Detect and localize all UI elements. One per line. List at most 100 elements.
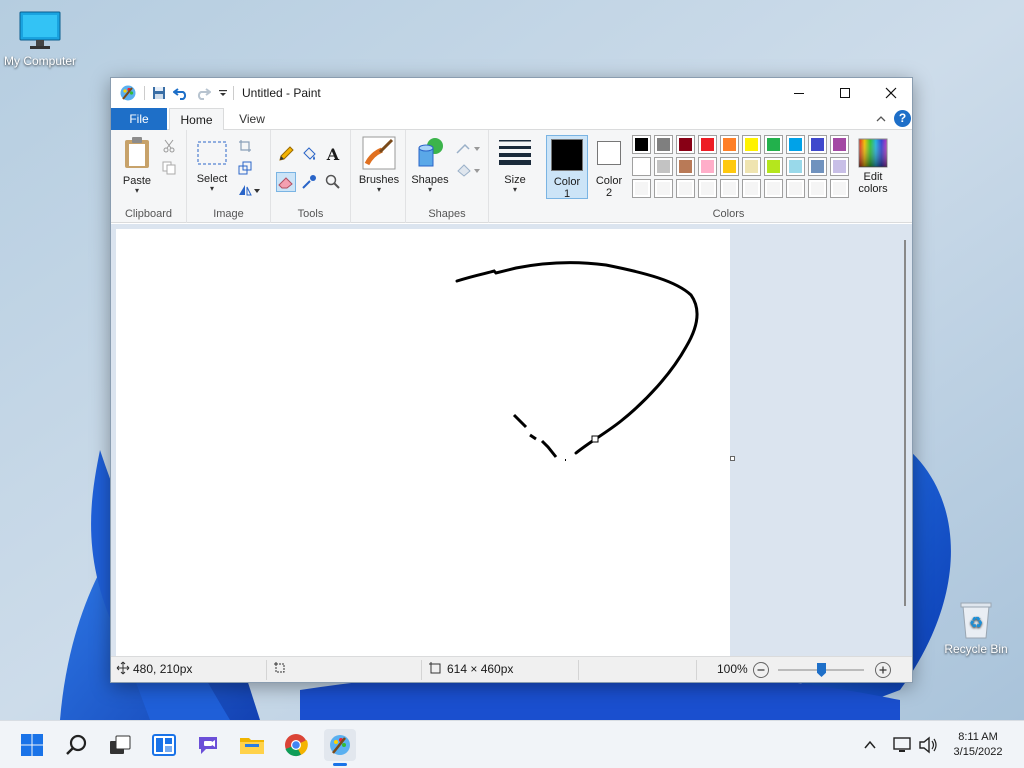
save-icon[interactable] [149,83,169,103]
zoom-slider-thumb[interactable] [817,663,826,677]
resize-icon[interactable] [235,158,255,178]
palette-color-swatch[interactable] [720,179,739,198]
color-picker-icon[interactable] [299,172,319,192]
volume-button[interactable] [916,729,940,761]
teams-chat-button[interactable] [192,729,224,761]
search-button[interactable] [60,729,92,761]
palette-color-fill [767,138,780,151]
zoom-in-button[interactable] [875,662,891,678]
palette-color-swatch[interactable] [764,179,783,198]
help-icon[interactable]: ? [894,110,911,127]
palette-color-fill [789,138,802,151]
palette-color-swatch[interactable] [742,157,761,176]
vertical-scrollbar[interactable] [904,240,906,606]
palette-color-swatch[interactable] [764,157,783,176]
palette-color-swatch[interactable] [698,135,717,154]
eraser-icon[interactable] [276,172,296,192]
palette-color-fill [767,160,780,173]
palette-color-fill [811,138,824,151]
task-view-icon [110,735,131,754]
widgets-button[interactable] [148,729,180,761]
file-explorer-button[interactable] [236,729,268,761]
palette-color-swatch[interactable] [720,157,739,176]
copy-icon[interactable] [159,158,179,178]
minimize-ribbon-icon[interactable] [874,112,888,126]
palette-color-swatch[interactable] [742,135,761,154]
clock[interactable]: 8:11 AM 3/15/2022 [950,730,1006,760]
palette-color-swatch[interactable] [632,135,651,154]
palette-color-swatch[interactable] [632,179,651,198]
palette-color-fill [745,182,758,195]
palette-color-swatch[interactable] [676,179,695,198]
magnifier-icon[interactable] [323,172,343,192]
palette-color-fill [811,182,824,195]
pencil-icon[interactable] [276,144,296,164]
paint-taskbar-button[interactable] [324,729,356,761]
desktop-icon-my-computer[interactable]: My Computer [0,10,80,68]
palette-color-swatch[interactable] [698,179,717,198]
palette-color-swatch[interactable] [698,157,717,176]
close-button[interactable] [868,78,914,108]
palette-color-swatch[interactable] [632,157,651,176]
network-button[interactable] [890,729,914,761]
palette-color-swatch[interactable] [808,135,827,154]
fill-bucket-icon[interactable] [299,144,319,164]
palette-color-swatch[interactable] [786,157,805,176]
color2-button[interactable]: Color 2 [590,135,628,199]
palette-color-swatch[interactable] [720,135,739,154]
palette-color-swatch[interactable] [764,135,783,154]
desktop-icon-recycle-bin[interactable]: ♻ Recycle Bin [936,600,1016,656]
color1-button[interactable]: Color 1 [546,135,588,200]
palette-color-fill [723,138,736,151]
text-icon[interactable]: A [323,144,343,164]
shapes-button[interactable]: Shapes ▾ [410,136,450,194]
show-hidden-icons-button[interactable] [860,729,880,761]
tab-file[interactable]: File [111,108,167,130]
undo-icon[interactable] [171,83,191,103]
palette-color-fill [723,160,736,173]
window-title: Untitled - Paint [242,86,321,100]
edit-colors-button[interactable]: Edit colors [853,138,893,195]
crop-icon[interactable] [235,136,255,156]
palette-color-fill [767,182,780,195]
palette-color-swatch[interactable] [676,135,695,154]
outline-icon[interactable] [454,138,482,158]
chrome-button[interactable] [280,729,312,761]
minimize-button[interactable] [776,78,822,108]
palette-color-swatch[interactable] [830,157,849,176]
cut-icon[interactable] [159,136,179,156]
active-app-indicator [333,763,347,766]
palette-color-swatch[interactable] [742,179,761,198]
rotate-icon[interactable] [235,180,263,200]
tab-home[interactable]: Home [169,108,224,131]
paste-button[interactable]: Paste ▾ [119,136,155,195]
palette-color-swatch[interactable] [786,135,805,154]
quick-access-dropdown-icon[interactable] [215,83,231,103]
palette-color-swatch[interactable] [654,135,673,154]
palette-color-swatch[interactable] [808,157,827,176]
zoom-out-button[interactable] [753,662,769,678]
tab-view[interactable]: View [228,108,276,130]
canvas-resize-handle[interactable] [730,456,735,461]
fill-icon[interactable] [454,160,482,180]
drawing-canvas[interactable] [116,229,730,659]
palette-color-swatch[interactable] [654,157,673,176]
palette-color-swatch[interactable] [830,179,849,198]
brushes-button[interactable]: Brushes ▾ [354,136,404,194]
close-icon [885,87,897,99]
task-view-button[interactable] [104,729,136,761]
palette-color-swatch[interactable] [676,157,695,176]
zoom-slider[interactable] [778,663,864,677]
palette-color-swatch[interactable] [654,179,673,198]
palette-color-swatch[interactable] [808,179,827,198]
start-button[interactable] [16,729,48,761]
palette-color-fill [657,160,670,173]
maximize-button[interactable] [822,78,868,108]
palette-color-swatch[interactable] [786,179,805,198]
redo-icon[interactable] [193,83,213,103]
taskbar: 8:11 AM 3/15/2022 [0,720,1024,768]
size-button[interactable]: Size ▾ [495,138,535,194]
edit-colors-label-1: Edit [863,171,883,183]
palette-color-swatch[interactable] [830,135,849,154]
select-button[interactable]: Select ▾ [193,140,231,193]
